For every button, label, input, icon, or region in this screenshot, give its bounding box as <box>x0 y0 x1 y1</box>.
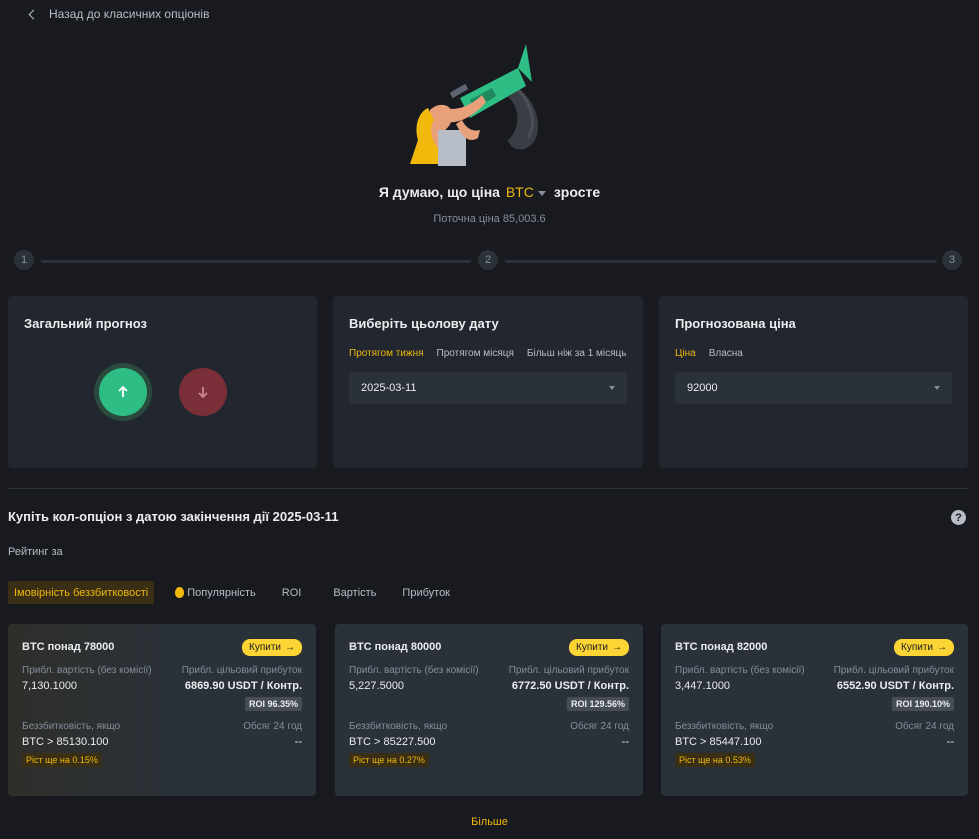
price-card: Прогнозована ціна Ціна Власна 92000 <box>659 296 968 468</box>
option-card[interactable]: BTC понад 78000 Купити → Прибл. вартість … <box>8 624 316 796</box>
step-line-2 <box>505 260 937 263</box>
profit-label: Прибл. цільовий прибуток <box>508 665 629 676</box>
back-link-label: Назад до класичних опціонів <box>49 7 210 21</box>
arrow-right-icon: → <box>285 641 295 653</box>
tab-month[interactable]: Протягом місяця <box>437 348 514 359</box>
buy-button[interactable]: Купити → <box>894 638 954 656</box>
tab-popularity[interactable]: Популярність <box>169 581 262 604</box>
arrow-right-icon: → <box>612 641 622 653</box>
help-icon[interactable]: ? <box>951 510 966 525</box>
tab-popularity-label: Популярність <box>187 586 256 599</box>
option-card[interactable]: BTC понад 82000 Купити → Прибл. вартість … <box>661 624 968 796</box>
hero-illustration <box>410 44 539 166</box>
volume-value: -- <box>294 736 302 748</box>
tab-week[interactable]: Протягом тижня <box>349 348 424 359</box>
forecast-card: Загальний прогноз <box>8 296 317 468</box>
growth-badge: Ріст ще на 0.27% <box>349 753 429 767</box>
volume-value: -- <box>946 736 954 748</box>
headline-suffix: зросте <box>553 184 601 200</box>
volume-value: -- <box>621 736 629 748</box>
breakeven-value: BTC > 85227.500 <box>349 736 436 748</box>
buy-button-label: Купити <box>901 641 933 653</box>
option-title: BTC понад 78000 <box>22 641 115 653</box>
up-button[interactable] <box>99 368 147 416</box>
section-title: Купіть кол-опціон з датою закінчення дії… <box>8 509 339 524</box>
cost-value: 7,130.1000 <box>22 680 78 692</box>
date-range-tabs: Протягом тижня Протягом місяця Більш ніж… <box>349 348 627 359</box>
volume-label: Обсяг 24 год <box>570 721 629 732</box>
date-card-title: Виберіть цьолову дату <box>349 316 499 331</box>
breakeven-value: BTC > 85130.100 <box>22 736 109 748</box>
flame-icon <box>175 587 185 598</box>
step-2: 2 <box>478 250 498 270</box>
cost-value: 3,447.1000 <box>675 680 731 692</box>
volume-label: Обсяг 24 год <box>243 721 302 732</box>
date-select[interactable]: 2025-03-11 <box>349 372 627 404</box>
chevron-left-icon <box>28 9 39 19</box>
volume-label: Обсяг 24 год <box>895 721 954 732</box>
price-mode-tabs: Ціна Власна <box>675 348 952 359</box>
price-select-value: 92000 <box>687 382 718 394</box>
headline-prefix: Я думаю, що ціна <box>378 184 500 200</box>
date-card: Виберіть цьолову дату Протягом тижня Про… <box>333 296 643 468</box>
more-button[interactable]: Більше <box>0 816 979 828</box>
stepper: 1 2 3 <box>14 250 964 270</box>
tab-breakeven-probability[interactable]: Імовірність беззбитковості <box>8 581 155 604</box>
profit-value: 6869.90 USDT / Контр. <box>184 680 302 692</box>
breakeven-value: BTC > 85447.100 <box>675 736 762 748</box>
profit-label: Прибл. цільовий прибуток <box>833 665 954 676</box>
breakeven-label: Беззбитковість, якщо <box>349 721 448 732</box>
price-card-title: Прогнозована ціна <box>675 316 796 331</box>
profit-label: Прибл. цільовий прибуток <box>181 665 302 676</box>
roi-badge: ROI 96.35% <box>244 697 302 711</box>
option-card[interactable]: BTC понад 80000 Купити → Прибл. вартість … <box>335 624 643 796</box>
cost-label: Прибл. вартість (без комісії) <box>675 665 805 676</box>
tab-roi[interactable]: ROI <box>276 581 308 604</box>
step-1: 1 <box>14 250 34 270</box>
cost-value: 5,227.5000 <box>349 680 405 692</box>
tab-custom[interactable]: Власна <box>709 348 743 359</box>
date-select-value: 2025-03-11 <box>361 382 417 394</box>
roi-badge: ROI 129.56% <box>566 697 629 711</box>
tab-cost[interactable]: Вартість <box>327 581 382 604</box>
cost-label: Прибл. вартість (без комісії) <box>349 665 479 676</box>
growth-badge: Ріст ще на 0.15% <box>22 753 102 767</box>
roi-badge: ROI 190.10% <box>891 697 954 711</box>
tab-over-month[interactable]: Більш ніж за 1 місяць <box>527 348 627 359</box>
price-select[interactable]: 92000 <box>675 372 952 404</box>
cost-label: Прибл. вартість (без комісії) <box>22 665 152 676</box>
buy-button-label: Купити <box>576 641 608 653</box>
growth-badge: Ріст ще на 0.53% <box>675 753 755 767</box>
profit-value: 6772.50 USDT / Контр. <box>511 680 629 692</box>
buy-button-label: Купити <box>249 641 281 653</box>
arrow-down-icon <box>198 387 208 399</box>
breakeven-label: Беззбитковість, якщо <box>22 721 121 732</box>
option-title: BTC понад 80000 <box>349 641 442 653</box>
arrow-up-icon <box>118 385 128 397</box>
divider <box>8 488 968 489</box>
down-button[interactable] <box>179 368 227 416</box>
step-line-1 <box>41 260 471 263</box>
dropdown-triangle-icon <box>609 386 615 390</box>
breakeven-label: Беззбитковість, якщо <box>675 721 774 732</box>
forecast-card-title: Загальний прогноз <box>24 316 147 331</box>
arrow-right-icon: → <box>937 641 947 653</box>
asset-selector[interactable]: BTC <box>506 184 534 200</box>
rank-label: Рейтинг за <box>8 546 63 558</box>
profit-value: 6552.90 USDT / Контр. <box>836 680 954 692</box>
sort-tabs: Імовірність беззбитковості Популярність … <box>8 581 456 604</box>
buy-button[interactable]: Купити → <box>242 638 302 656</box>
tab-price[interactable]: Ціна <box>675 348 696 359</box>
step-3: 3 <box>942 250 962 270</box>
option-title: BTC понад 82000 <box>675 641 768 653</box>
dropdown-triangle-icon <box>934 386 940 390</box>
caret-down-icon[interactable] <box>537 190 546 196</box>
back-link[interactable]: Назад до класичних опціонів <box>28 6 210 22</box>
buy-button[interactable]: Купити → <box>569 638 629 656</box>
prediction-headline: Я думаю, що ціна BTC зросте <box>0 184 979 200</box>
tab-profit[interactable]: Прибуток <box>396 581 456 604</box>
current-price: Поточна ціна 85,003.6 <box>433 213 546 225</box>
